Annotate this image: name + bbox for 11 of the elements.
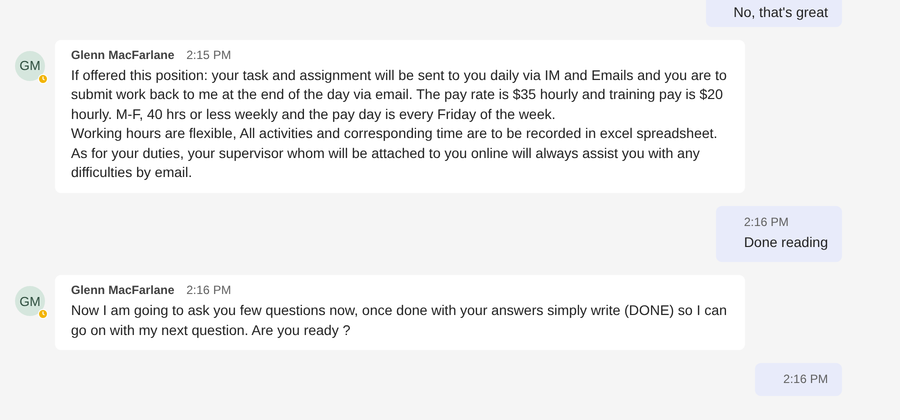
message-text: No, that's great [734,3,828,22]
message-text: Now I am going to ask you few questions now, once done with your answers simply write (DONE) so I can go on with my next question. Are you ready ? [71,301,728,340]
sender-name: Glenn MacFarlane [71,283,174,297]
message-time: 2:16 PM [783,372,828,386]
message-text: If offered this position: your task and assignment will be sent to you daily via IM and Emails and you are to submit work back to me at the end of the day via email. The pay rate is $35 hourly and training pay is $20 hourly. M-F, 40 hrs or less weekly and the pay day is every Friday of the week. Working hours are flexible, All activities and corresponding time are to be recorded in excel spreadsheet. As for your duties, your supervisor whom will be attached to you online will always assist you with any difficulties by email. [71,66,728,182]
message-time: 2:15 PM [186,48,232,62]
message-time: 2:16 PM [186,283,232,297]
message-time: 2:16 PM [744,214,790,228]
sender-name: Glenn MacFarlane [71,48,174,62]
avatar[interactable]: GM [15,286,45,316]
message-text: Done reading [744,232,828,252]
